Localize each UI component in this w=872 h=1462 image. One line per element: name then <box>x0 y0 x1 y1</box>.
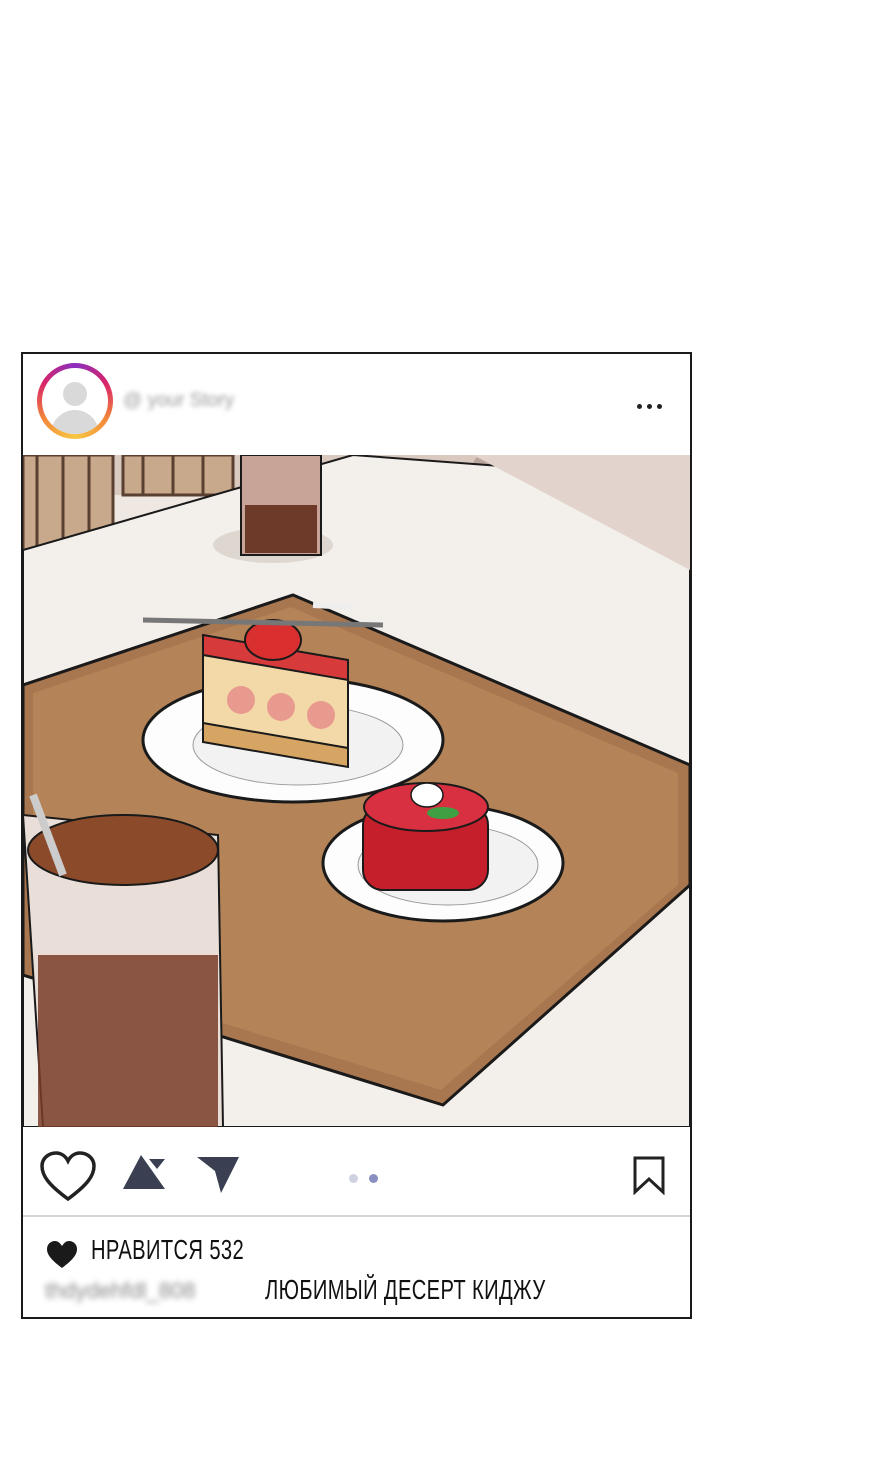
caption-username[interactable]: thdydehfdl_808 <box>45 1278 195 1304</box>
caption-row: thdydehfdl_808 ЛЮБИМЫЙ ДЕСЕРТ КИДЖУ <box>45 1274 685 1310</box>
comment-icon[interactable] <box>121 1153 167 1193</box>
instagram-post: @ your Story НРАВИТСЯ 532 thdydehfdl_808… <box>21 352 692 1319</box>
post-photo[interactable] <box>23 455 690 1127</box>
post-actions <box>23 1127 690 1213</box>
heart-icon[interactable] <box>39 1151 97 1203</box>
avatar-placeholder-icon <box>42 368 108 434</box>
carousel-indicator <box>349 1174 389 1186</box>
post-header: @ your Story <box>23 354 690 454</box>
divider <box>23 1215 690 1217</box>
bookmark-icon[interactable] <box>631 1155 667 1195</box>
story-avatar[interactable] <box>37 363 113 439</box>
heart-filled-icon <box>47 1241 77 1268</box>
caption-text: ЛЮБИМЫЙ ДЕСЕРТ КИДЖУ <box>265 1274 546 1305</box>
dessert-illustration <box>23 455 690 1127</box>
carousel-dot-active <box>369 1174 378 1183</box>
post-username[interactable]: @ your Story <box>123 390 234 412</box>
carousel-dot <box>349 1174 358 1183</box>
more-options-icon[interactable] <box>627 396 667 416</box>
likes-count: НРАВИТСЯ 532 <box>91 1234 245 1265</box>
send-icon[interactable] <box>195 1153 241 1195</box>
